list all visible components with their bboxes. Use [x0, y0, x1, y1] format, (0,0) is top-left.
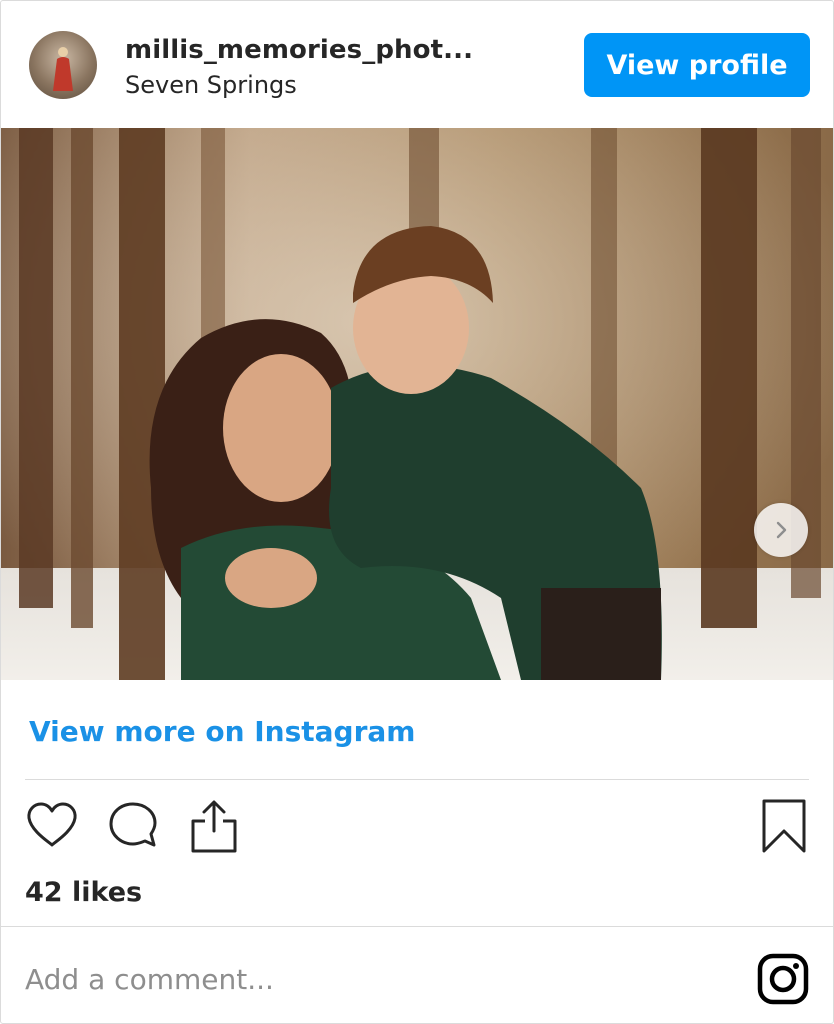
action-bar — [1, 791, 833, 861]
heart-icon[interactable] — [25, 799, 79, 853]
chevron-right-icon — [776, 521, 787, 539]
share-icon[interactable] — [187, 797, 241, 855]
username[interactable]: millis_memories_phot... — [125, 35, 473, 65]
divider — [1, 926, 833, 927]
instagram-logo-icon[interactable] — [757, 953, 809, 1005]
post-header: millis_memories_phot... Seven Springs Vi… — [1, 1, 833, 128]
divider — [25, 779, 809, 780]
view-profile-button[interactable]: View profile — [584, 33, 810, 97]
comment-bubble-icon[interactable] — [105, 799, 161, 855]
likes-count[interactable]: 42 likes — [25, 877, 142, 908]
view-more-link[interactable]: View more on Instagram — [29, 715, 415, 748]
next-slide-button[interactable] — [754, 503, 808, 557]
instagram-embed-card: millis_memories_phot... Seven Springs Vi… — [0, 0, 834, 1024]
location[interactable]: Seven Springs — [125, 71, 297, 99]
add-comment-input[interactable] — [25, 955, 725, 1003]
post-photo[interactable] — [1, 128, 833, 680]
avatar[interactable] — [29, 31, 97, 99]
bookmark-icon[interactable] — [759, 797, 809, 857]
